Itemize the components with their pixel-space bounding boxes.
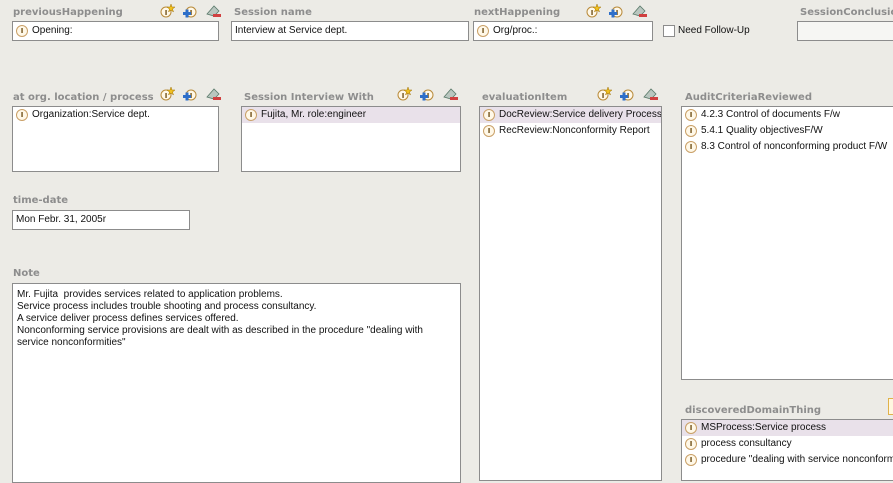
next-happening-toolbar bbox=[585, 3, 648, 19]
remove-instance-icon[interactable] bbox=[205, 86, 222, 102]
create-instance-icon[interactable] bbox=[596, 86, 613, 102]
add-instance-icon[interactable] bbox=[419, 86, 436, 102]
session-name-label: Session name bbox=[234, 7, 312, 18]
remove-instance-icon[interactable] bbox=[205, 3, 222, 19]
session-name-input[interactable]: Interview at Service dept. bbox=[231, 21, 469, 41]
instance-icon: I bbox=[483, 125, 495, 137]
interview-with-list[interactable]: I Fujita, Mr. role:engineer bbox=[241, 106, 461, 172]
add-instance-icon[interactable] bbox=[619, 86, 636, 102]
instance-icon: I bbox=[685, 141, 697, 153]
instance-icon: I bbox=[685, 454, 697, 466]
create-instance-icon[interactable] bbox=[396, 86, 413, 102]
session-conclusion-input[interactable] bbox=[797, 21, 893, 41]
session-interview-with-label: Session Interview With bbox=[244, 92, 374, 103]
add-instance-icon[interactable] bbox=[608, 3, 625, 19]
instance-icon: I bbox=[685, 422, 697, 434]
instance-icon: I bbox=[685, 125, 697, 137]
at-org-label: at org. location / process bbox=[13, 92, 154, 103]
audit-criteria-label: AuditCriteriaReviewed bbox=[685, 92, 812, 103]
previous-happening-label: previousHappening bbox=[13, 7, 123, 18]
evaluation-item-label: evaluationItem bbox=[482, 92, 568, 103]
session-conclusion-label: SessionConclusio bbox=[800, 7, 893, 18]
instance-icon: I bbox=[483, 109, 495, 121]
interview-with-toolbar bbox=[396, 86, 459, 102]
note-textarea[interactable]: Mr. Fujita provides services related to … bbox=[12, 283, 461, 483]
discovered-label: discoveredDomainThing bbox=[685, 405, 822, 416]
create-instance-icon[interactable] bbox=[585, 3, 602, 19]
list-item[interactable]: I Organization:Service dept. bbox=[13, 107, 218, 123]
previous-happening-field[interactable]: I Opening: bbox=[12, 21, 219, 41]
list-item[interactable]: I 5.4.1 Quality objectivesF/W bbox=[682, 123, 893, 139]
audit-criteria-list[interactable]: I 4.2.3 Control of documents F/w I 5.4.1 Q… bbox=[681, 106, 893, 380]
list-item[interactable]: Iprocess consultancy bbox=[682, 436, 893, 452]
discovered-toolbar-button[interactable] bbox=[888, 398, 893, 415]
list-item[interactable]: I MSProcess:Service process bbox=[682, 420, 893, 436]
instance-icon: I bbox=[477, 25, 489, 37]
need-follow-up-checkbox[interactable] bbox=[663, 25, 675, 37]
add-instance-icon[interactable] bbox=[182, 3, 199, 19]
instance-icon: I bbox=[16, 109, 28, 121]
next-happening-label: nextHappening bbox=[474, 7, 561, 18]
remove-instance-icon[interactable] bbox=[631, 3, 648, 19]
next-happening-field[interactable]: I Org/proc.: bbox=[473, 21, 653, 41]
discovered-list[interactable]: I MSProcess:Service process Iprocess cons… bbox=[681, 419, 893, 481]
instance-icon: I bbox=[685, 438, 697, 450]
instance-icon: I bbox=[16, 25, 28, 37]
list-item[interactable]: I 8.3 Control of nonconforming product F/… bbox=[682, 139, 893, 155]
list-item[interactable]: Iprocedure "dealing with service nonconf… bbox=[682, 452, 893, 468]
at-org-list[interactable]: I Organization:Service dept. bbox=[12, 106, 219, 172]
previous-happening-toolbar bbox=[159, 3, 222, 19]
add-instance-icon[interactable] bbox=[182, 86, 199, 102]
list-item[interactable]: I 4.2.3 Control of documents F/w bbox=[682, 107, 893, 123]
create-instance-icon[interactable] bbox=[159, 86, 176, 102]
list-item[interactable]: I DocReview:Service delivery Process bbox=[480, 107, 661, 123]
instance-icon: I bbox=[245, 109, 257, 121]
time-date-input[interactable]: Mon Febr. 31, 2005r bbox=[12, 210, 190, 230]
create-instance-icon[interactable] bbox=[159, 3, 176, 19]
remove-instance-icon[interactable] bbox=[642, 86, 659, 102]
list-item[interactable]: I Fujita, Mr. role:engineer bbox=[242, 107, 460, 123]
time-date-label: time-date bbox=[13, 195, 69, 206]
previous-happening-value: Opening: bbox=[32, 25, 73, 36]
instance-icon: I bbox=[685, 109, 697, 121]
evaluation-item-list[interactable]: I DocReview:Service delivery Process I Rec… bbox=[479, 106, 662, 481]
need-follow-up-label: Need Follow-Up bbox=[678, 25, 750, 36]
next-happening-value: Org/proc.: bbox=[493, 25, 538, 36]
list-item[interactable]: I RecReview:Nonconformity Report bbox=[480, 123, 661, 139]
note-label: Note bbox=[13, 268, 40, 279]
remove-instance-icon[interactable] bbox=[442, 86, 459, 102]
at-org-toolbar bbox=[159, 86, 222, 102]
evaluation-item-toolbar bbox=[596, 86, 659, 102]
